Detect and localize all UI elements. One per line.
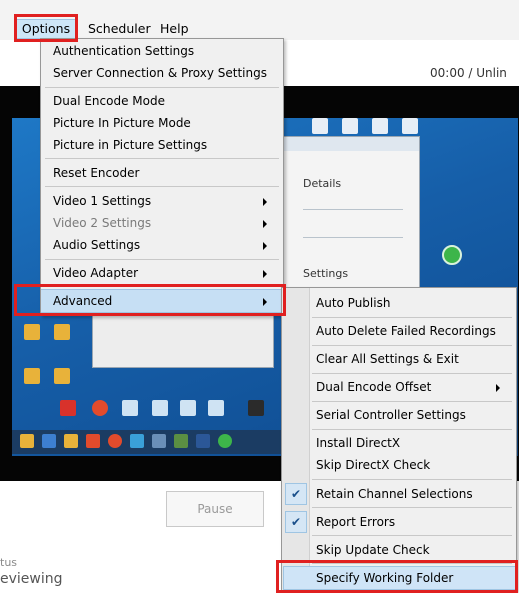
status-value: eviewing: [0, 571, 63, 587]
menu-separator: [312, 373, 512, 374]
menu-scheduler[interactable]: Scheduler: [88, 20, 151, 38]
submenu-arrow-icon: [263, 242, 267, 250]
document-icon: [402, 118, 418, 134]
highlight-advanced-box: [14, 284, 286, 316]
document-icon: [122, 400, 138, 416]
graduation-cap-icon: [248, 400, 264, 416]
menu-item-authentication-settings[interactable]: Authentication Settings: [53, 41, 194, 61]
menu-item-audio-settings[interactable]: Audio Settings: [53, 235, 140, 255]
document-icon: [180, 400, 196, 416]
menu-separator: [312, 479, 512, 480]
document-icon: [152, 400, 168, 416]
advanced-submenu: Auto Publish Auto Delete Failed Recordin…: [281, 287, 517, 591]
menu-item-video-2-settings: Video 2 Settings: [53, 216, 152, 230]
status-caption: tus: [0, 556, 18, 569]
checkmark-box: ✔: [285, 483, 307, 505]
menu-item-clear-all-settings-exit[interactable]: Clear All Settings & Exit: [316, 349, 459, 369]
menu-separator: [312, 507, 512, 508]
highlight-options-box: [14, 14, 78, 42]
document-icon: [372, 118, 388, 134]
menu-item-retain-channel-selections[interactable]: Retain Channel Selections: [316, 484, 473, 504]
pause-button[interactable]: Pause: [166, 491, 264, 527]
checkmark-icon: ✔: [291, 515, 302, 529]
folder-icon: [20, 434, 34, 448]
options-menu: Authentication Settings Server Connectio…: [40, 38, 284, 316]
menu-item-reset-encoder[interactable]: Reset Encoder: [53, 163, 139, 183]
folder-icon: [64, 434, 78, 448]
menu-item-picture-in-picture-mode[interactable]: Picture In Picture Mode: [53, 113, 191, 133]
browser-icon: [86, 434, 100, 448]
folder-icon: [24, 324, 40, 340]
app-green-icon: [442, 245, 462, 265]
menu-item-report-errors[interactable]: Report Errors: [316, 512, 395, 532]
app-icon: [152, 434, 166, 448]
checkmark-box: ✔: [285, 511, 307, 533]
menu-separator: [45, 259, 279, 260]
menu-item-serial-controller-settings[interactable]: Serial Controller Settings: [316, 405, 466, 425]
submenu-arrow-icon: [496, 384, 500, 392]
menu-item-install-directx[interactable]: Install DirectX: [316, 433, 400, 453]
submenu-arrow-icon: [263, 220, 267, 228]
app-icon: [130, 434, 144, 448]
menu-item-video-1-settings[interactable]: Video 1 Settings: [53, 191, 151, 211]
menu-separator: [45, 158, 279, 159]
preview-titlebar: [279, 137, 419, 151]
menu-item-picture-in-picture-settings[interactable]: Picture in Picture Settings: [53, 135, 207, 155]
submenu-arrow-icon: [263, 270, 267, 278]
menu-help[interactable]: Help: [160, 20, 189, 38]
preview-settings-heading: Settings: [303, 267, 349, 280]
preview-details-heading: Details: [303, 177, 342, 190]
menu-item-server-connection-proxy-settings[interactable]: Server Connection & Proxy Settings: [53, 63, 267, 83]
menu-gutter: [282, 288, 310, 590]
menu-separator: [45, 87, 279, 88]
menu-separator: [45, 186, 279, 187]
submenu-arrow-icon: [263, 198, 267, 206]
menu-item-skip-directx-check[interactable]: Skip DirectX Check: [316, 455, 430, 475]
preview-window: Details Settings: [278, 136, 420, 308]
folder-icon: [54, 324, 70, 340]
menu-item-dual-encode-offset[interactable]: Dual Encode Offset: [316, 377, 431, 397]
menu-item-dual-encode-mode[interactable]: Dual Encode Mode: [53, 91, 165, 111]
folder-icon: [54, 368, 70, 384]
menu-item-auto-publish[interactable]: Auto Publish: [316, 293, 390, 313]
menu-separator: [312, 429, 512, 430]
document-icon: [208, 400, 224, 416]
menu-separator: [312, 345, 512, 346]
document-icon: [312, 118, 328, 134]
menu-separator: [312, 535, 512, 536]
green-app-icon: [218, 434, 232, 448]
checkmark-icon: ✔: [291, 487, 302, 501]
menu-item-auto-delete-failed-recordings[interactable]: Auto Delete Failed Recordings: [316, 321, 496, 341]
pdf-icon: [60, 400, 76, 416]
app-icon: [174, 434, 188, 448]
chrome-icon: [92, 400, 108, 416]
preview-field-line: [303, 237, 403, 238]
folder-icon: [24, 368, 40, 384]
preview-field-line: [303, 209, 403, 210]
menu-separator: [312, 401, 512, 402]
menu-item-video-adapter[interactable]: Video Adapter: [53, 263, 138, 283]
document-icon: [342, 118, 358, 134]
menu-item-skip-update-check[interactable]: Skip Update Check: [316, 540, 430, 560]
highlight-specify-working-folder-box: [276, 560, 518, 593]
media-icon: [42, 434, 56, 448]
time-readout: 00:00 / Unlin: [430, 66, 507, 80]
taskbar: [12, 430, 282, 454]
menu-separator: [312, 317, 512, 318]
chrome-icon: [108, 434, 122, 448]
word-icon: [196, 434, 210, 448]
